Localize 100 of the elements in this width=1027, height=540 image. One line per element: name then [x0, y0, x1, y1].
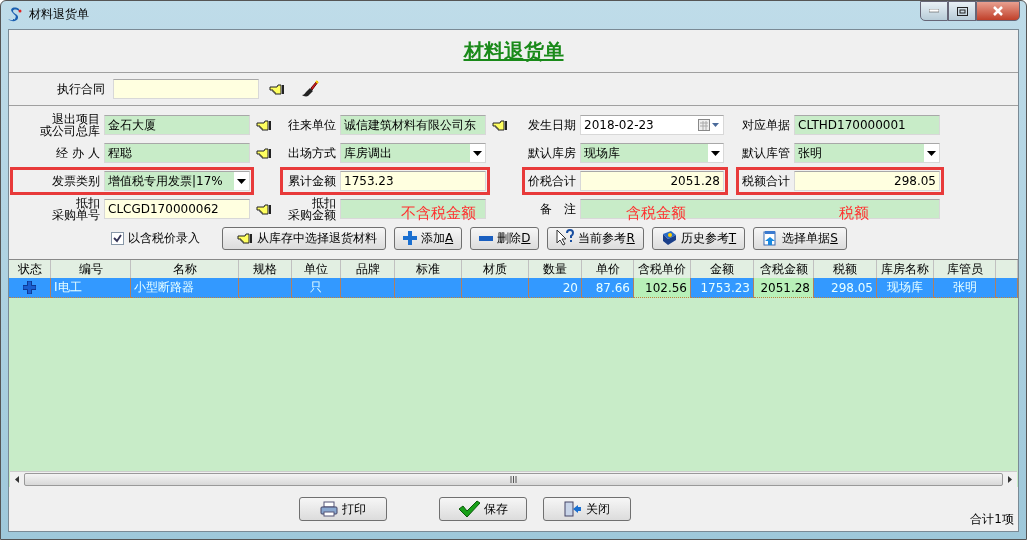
toolbar-button[interactable]: 添加A: [394, 226, 463, 250]
column-header: [996, 260, 1018, 278]
column-header[interactable]: 库管员: [934, 260, 996, 278]
checkbox[interactable]: [111, 231, 124, 245]
field-label: 执行合同: [56, 83, 106, 95]
field-label: 抵扣: [76, 197, 100, 209]
field-label: 备 注: [539, 203, 577, 215]
document-icon: [762, 230, 779, 246]
book-icon: [660, 230, 677, 246]
input-field[interactable]: 程聪: [104, 143, 250, 163]
item-count: 合计1项: [970, 511, 1014, 528]
lookup-hand-icon[interactable]: [269, 83, 285, 95]
table-cell: [996, 278, 1018, 298]
toolbar-button[interactable]: 选择单据S: [753, 226, 847, 250]
input-field[interactable]: CLCGD170000062: [104, 199, 250, 219]
column-header[interactable]: 含税单价: [634, 260, 691, 278]
input-field[interactable]: 金石大厦: [104, 115, 250, 135]
table-cell: 小型断路器: [131, 278, 239, 298]
toolbar-button[interactable]: 删除D: [470, 226, 540, 250]
column-header[interactable]: 库房名称: [877, 260, 934, 278]
table-cell: I电工: [51, 278, 131, 298]
input-field[interactable]: 诚信建筑材料有限公司东: [340, 115, 486, 135]
field-label: 默认库管: [741, 147, 791, 159]
dropdown-field[interactable]: 增值税专用发票|17%: [104, 171, 250, 191]
column-header[interactable]: 名称: [131, 260, 239, 278]
input-field[interactable]: 2051.28: [580, 171, 724, 191]
close-button[interactable]: [976, 1, 1020, 21]
column-header[interactable]: 数量: [529, 260, 582, 278]
column-header[interactable]: 金额: [691, 260, 754, 278]
field-label: 采购金额: [288, 209, 336, 221]
field-label: 税额合计: [741, 175, 791, 187]
table-cell: 1753.23: [691, 278, 754, 298]
plus-icon: [403, 231, 417, 245]
cursor-question-icon: [556, 229, 575, 247]
footer-button[interactable]: 关闭: [543, 497, 631, 521]
dropdown-field[interactable]: 库房调出: [340, 143, 486, 163]
lookup-hand-icon[interactable]: [256, 147, 272, 159]
toolbar-button[interactable]: 历史参考T: [651, 226, 746, 250]
table-cell: 只: [292, 278, 341, 298]
field-label: 经 办 人: [55, 147, 101, 159]
column-header[interactable]: 品牌: [341, 260, 395, 278]
checkmark-icon: [458, 500, 480, 518]
restore-icon: [956, 6, 968, 16]
checkbox-label: 以含税价录入: [128, 229, 200, 247]
input-field[interactable]: CLTHD170000001: [794, 115, 940, 135]
column-header[interactable]: 标准: [395, 260, 462, 278]
minimize-button[interactable]: [920, 1, 948, 21]
date-field[interactable]: 2018-02-23: [580, 115, 724, 135]
lookup-hand-icon[interactable]: [492, 119, 508, 131]
column-header[interactable]: 编号: [51, 260, 131, 278]
close-icon: [993, 6, 1003, 16]
field-label: 往来单位: [287, 119, 337, 131]
input-field[interactable]: [113, 79, 259, 99]
scrollbar-thumb[interactable]: [24, 473, 1003, 486]
horizontal-scrollbar[interactable]: [10, 471, 1017, 487]
lookup-hand-icon[interactable]: [256, 119, 272, 131]
minus-icon: [479, 235, 494, 241]
column-header[interactable]: 税额: [814, 260, 877, 278]
table-cell: 298.05: [814, 278, 877, 298]
field-label: 发生日期: [527, 119, 577, 131]
column-header[interactable]: 含税金额: [754, 260, 814, 278]
calendar-icon[interactable]: [698, 119, 720, 131]
input-field[interactable]: 1753.23: [340, 171, 486, 191]
app-logo-icon: [7, 6, 23, 22]
field-label: 累计金额: [287, 175, 337, 187]
field-label: 发票类别: [51, 175, 101, 187]
table-cell: 现场库: [877, 278, 934, 298]
dropdown-field[interactable]: 张明: [794, 143, 940, 163]
minimize-icon: [929, 9, 939, 13]
table-cell: 2051.28: [754, 278, 814, 298]
table-cell: 张明: [934, 278, 996, 298]
table-cell: 87.66: [582, 278, 634, 298]
window-title: 材料退货单: [29, 5, 89, 23]
column-header[interactable]: 状态: [9, 260, 51, 278]
pointing-hand-icon[interactable]: [237, 232, 253, 244]
grip-icon: [510, 476, 517, 483]
field-label: 默认库房: [527, 147, 577, 159]
field-label: 抵扣: [312, 197, 336, 209]
form-heading: 材料退货单: [463, 37, 564, 65]
input-field[interactable]: 298.05: [794, 171, 940, 191]
column-header[interactable]: 单价: [582, 260, 634, 278]
field-label: 出场方式: [287, 147, 337, 159]
door-exit-icon: [564, 501, 582, 517]
field-label: 采购单号: [52, 209, 100, 221]
lookup-hand-icon[interactable]: [256, 203, 272, 215]
toolbar-button[interactable]: 从库存中选择退货材料: [222, 226, 386, 250]
toolbar-button[interactable]: 当前参考R: [547, 226, 644, 250]
column-header[interactable]: 单位: [292, 260, 341, 278]
field-label: 退出项目: [52, 113, 100, 125]
footer-button[interactable]: 打印: [299, 497, 387, 521]
field-label: 对应单据: [741, 119, 791, 131]
footer-button[interactable]: 保存: [439, 497, 527, 521]
dropdown-field[interactable]: 现场库: [580, 143, 724, 163]
eraser-brush-icon[interactable]: [301, 80, 319, 98]
column-header[interactable]: 规格: [239, 260, 292, 278]
field-label: 价税合计: [527, 175, 577, 187]
column-header[interactable]: 材质: [462, 260, 529, 278]
maximize-button[interactable]: [948, 1, 976, 21]
printer-icon: [320, 501, 338, 517]
field-label: 或公司总库: [40, 125, 100, 137]
